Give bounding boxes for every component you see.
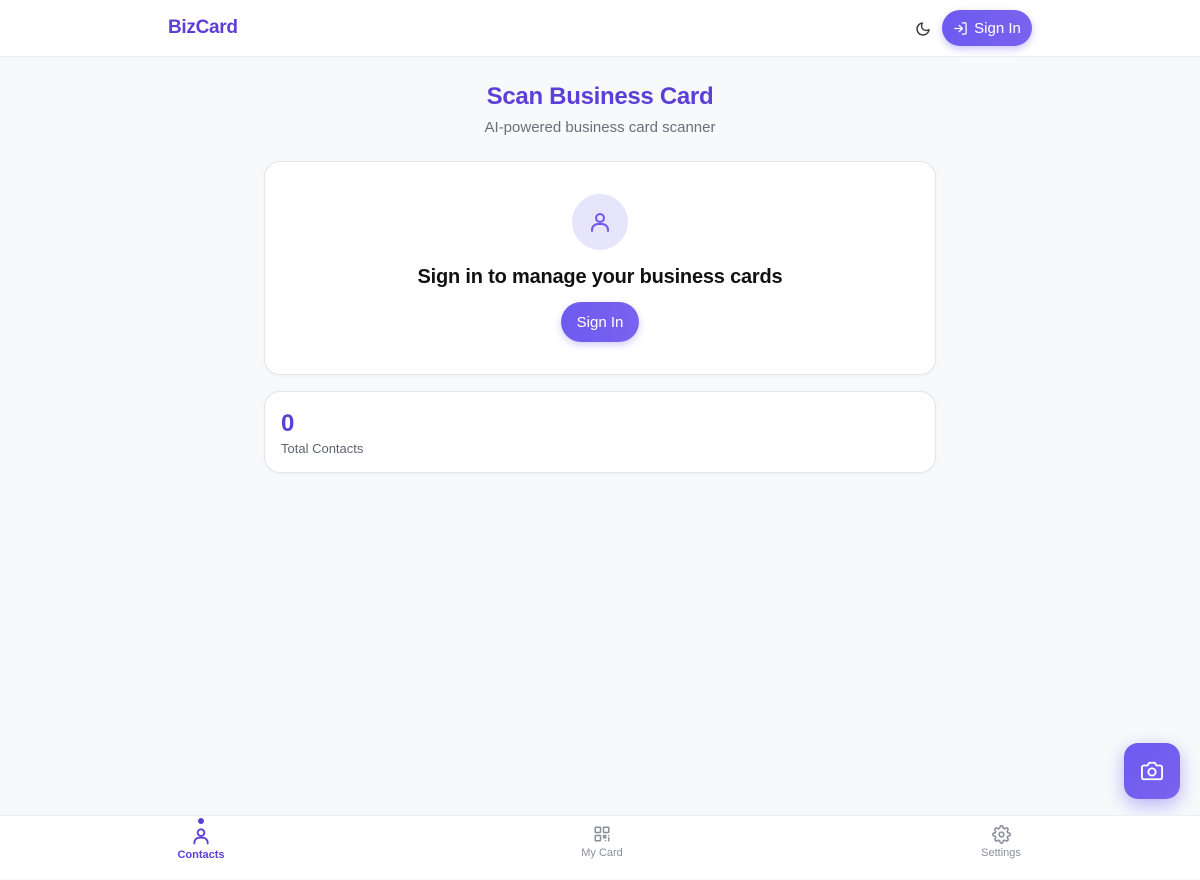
top-bar: BizCard Sign In [0,0,1200,57]
page-subtitle: AI-powered business card scanner [484,119,716,136]
nav-label-my-card: My Card [581,847,623,859]
nav-label-contacts: Contacts [177,849,225,861]
camera-icon [1141,761,1163,781]
nav-item-contacts[interactable]: Contacts [141,816,261,880]
user-icon [591,213,609,232]
nav-item-my-card[interactable]: My Card [542,816,662,880]
total-contacts-card: 0 Total Contacts [264,391,936,473]
bottom-navigation: Contacts My Card Settings [0,815,1200,879]
gear-icon [991,824,1011,844]
nav-item-settings[interactable]: Settings [941,816,1061,880]
header-sign-in-label: Sign In [974,19,1021,37]
scan-camera-button[interactable] [1124,743,1180,799]
page-title: Scan Business Card [486,83,714,110]
nav-label-settings: Settings [981,847,1021,859]
total-contacts-value: 0 [281,410,295,437]
active-indicator-dot [198,818,204,824]
moon-icon [916,22,930,36]
theme-toggle-button[interactable] [910,16,936,42]
user-icon [193,828,209,845]
user-avatar-circle [572,194,628,250]
sign-in-heading: Sign in to manage your business cards [417,266,783,288]
brand-logo[interactable]: BizCard [168,17,238,39]
qr-code-icon [594,826,610,842]
total-contacts-label: Total Contacts [281,441,364,456]
sign-in-arrow-icon [954,21,967,35]
sign-in-card: Sign in to manage your business cards Si… [264,161,936,375]
card-sign-in-button[interactable]: Sign In [561,302,639,342]
header-sign-in-button[interactable]: Sign In [942,10,1032,46]
